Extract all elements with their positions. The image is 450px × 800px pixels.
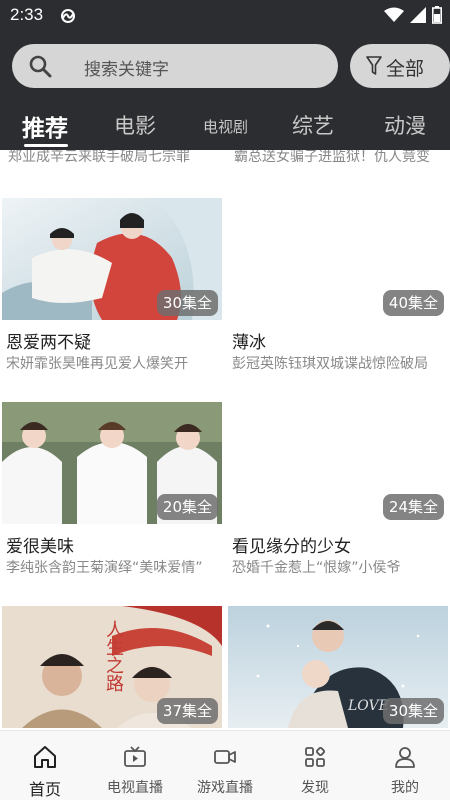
home-icon <box>33 745 57 773</box>
video-title: 爱很美味 <box>6 537 74 557</box>
video-subtitle: 彭冠英陈钰琪双城谍战惊险破局 <box>232 356 428 372</box>
poster-image: 20集全 <box>2 402 222 524</box>
poster-image: 人生之路 37集全 <box>2 606 222 728</box>
tab-recommend[interactable]: 推荐 <box>22 109 68 143</box>
poster-image: 24集全 <box>228 402 448 524</box>
content-feed[interactable]: 郑业成辛云来联手破局七宗罪 霸总送女骗子进监狱！仇人竟变 30集全 恩爱两不疑 … <box>0 150 450 730</box>
video-title: 恩爱两不疑 <box>6 333 91 353</box>
category-tabs: 推荐 电影 电视剧 综艺 动漫 <box>0 104 450 148</box>
video-card[interactable]: 30集全 恩爱两不疑 宋妍霏张昊唯再见爱人爆笑开 <box>2 198 222 378</box>
poster-image: 30集全 <box>2 198 222 320</box>
tv-icon <box>123 745 147 773</box>
filter-button[interactable]: 全部 <box>350 44 450 88</box>
nav-home[interactable]: 首页 <box>0 731 90 800</box>
episode-badge: 40集全 <box>382 290 444 316</box>
tab-tv-series[interactable]: 电视剧 <box>203 116 248 137</box>
user-icon <box>393 745 417 773</box>
video-subtitle: 李纯张含韵王菊演绎“美味爱情” <box>6 560 203 576</box>
tab-movie[interactable]: 电影 <box>114 110 156 140</box>
network-indicator-icon <box>58 8 78 27</box>
tab-variety[interactable]: 综艺 <box>292 110 334 140</box>
tab-anime[interactable]: 动漫 <box>384 110 426 140</box>
episode-badge: 30集全 <box>156 290 218 316</box>
episode-badge: 20集全 <box>156 494 218 520</box>
status-icons <box>384 6 442 28</box>
episode-badge: 30集全 <box>382 698 444 724</box>
poster-image: 40集全 <box>228 198 448 320</box>
video-card[interactable]: 40集全 薄冰 彭冠英陈钰琪双城谍战惊险破局 <box>228 198 448 378</box>
signal-icon <box>410 7 426 27</box>
nav-label: 游戏直播 <box>197 780 253 796</box>
episode-badge: 24集全 <box>382 494 444 520</box>
cut-card-subtitle-left: 郑业成辛云来联手破局七宗罪 <box>8 150 190 165</box>
active-tab-indicator <box>24 144 68 147</box>
poster-calligraphy-text: 人生之路 <box>103 620 124 692</box>
episode-badge: 37集全 <box>156 698 218 724</box>
video-subtitle: 宋妍霏张昊唯再见爱人爆笑开 <box>6 356 188 372</box>
nav-game-live[interactable]: 游戏直播 <box>180 731 270 800</box>
video-subtitle: 恐婚千金惹上“恨嫁”小侯爷 <box>232 560 401 576</box>
nav-profile[interactable]: 我的 <box>360 731 450 800</box>
search-placeholder: 搜索关键字 <box>84 60 169 80</box>
battery-icon <box>432 6 442 28</box>
video-card[interactable]: LOVE 30集全 <box>228 606 448 730</box>
poster-image: LOVE 30集全 <box>228 606 448 728</box>
nav-label: 发现 <box>301 780 329 796</box>
video-card[interactable]: 人生之路 37集全 <box>2 606 222 730</box>
video-card[interactable]: 24集全 看见缘分的少女 恐婚千金惹上“恨嫁”小侯爷 <box>228 402 448 582</box>
nav-label: 首页 <box>28 780 61 799</box>
video-camera-icon <box>213 745 237 773</box>
grid-icon <box>303 745 327 773</box>
search-icon <box>28 54 52 82</box>
filter-label: 全部 <box>386 58 425 80</box>
wifi-icon <box>384 7 404 27</box>
bottom-navigation: 首页 电视直播 游戏直播 发现 我的 <box>0 730 450 800</box>
search-bar[interactable]: 搜索关键字 <box>12 44 338 88</box>
video-title: 薄冰 <box>232 333 266 353</box>
nav-tv-live[interactable]: 电视直播 <box>90 731 180 800</box>
status-time: 2:33 <box>10 5 44 24</box>
nav-label: 我的 <box>391 780 419 796</box>
status-bar: 2:33 <box>0 0 450 34</box>
nav-discover[interactable]: 发现 <box>270 731 360 800</box>
app-header: 2:33 搜索关键字 全部 推荐 电影 电视剧 综艺 动漫 <box>0 0 450 150</box>
nav-label: 电视直播 <box>107 780 163 796</box>
video-card[interactable]: 20集全 爱很美味 李纯张含韵王菊演绎“美味爱情” <box>2 402 222 582</box>
cut-card-subtitle-right: 霸总送女骗子进监狱！仇人竟变 <box>234 150 430 165</box>
filter-icon <box>366 56 382 80</box>
video-title: 看见缘分的少女 <box>232 537 351 557</box>
